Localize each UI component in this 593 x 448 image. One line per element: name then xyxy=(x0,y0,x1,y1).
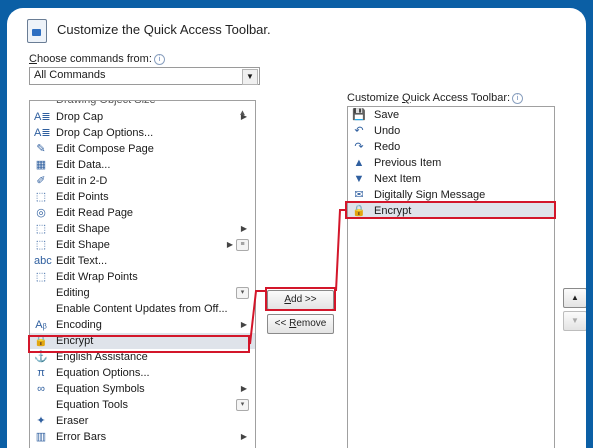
list-item[interactable]: A≣ Drop Cap Options... xyxy=(30,125,255,141)
info-icon: i xyxy=(512,93,524,104)
list-item[interactable]: ✦ Eraser xyxy=(30,413,255,429)
remove-button[interactable]: << Remove xyxy=(267,314,334,334)
drop-cap-options-icon: A≣ xyxy=(34,127,51,139)
list-item-label: Edit Text... xyxy=(56,255,108,267)
move-up-button[interactable]: ▲ xyxy=(563,288,586,308)
undo-icon: ↶ xyxy=(354,125,364,137)
list-item[interactable]: ⬚ Edit Wrap Points xyxy=(30,269,255,285)
list-item-label: Edit Shape xyxy=(56,239,110,251)
eraser-icon: ✦ xyxy=(36,415,46,427)
highlight-encrypt-right xyxy=(345,201,556,219)
scroll-up-icon[interactable]: ▲ xyxy=(236,108,249,124)
dropdown-arrow-icon[interactable]: ▼ xyxy=(242,69,258,85)
highlight-encrypt-left xyxy=(28,335,250,353)
list-item[interactable]: Equation Tools ▾ xyxy=(30,397,255,413)
list-item[interactable]: abc Edit Text... xyxy=(30,253,255,269)
choose-commands-label: Choose commands from: i xyxy=(29,53,165,65)
list-item-label: Enable Content Updates from Off... xyxy=(56,303,228,315)
edit-text-icon: abc xyxy=(34,255,52,267)
list-item[interactable]: ↷ Redo xyxy=(348,139,554,155)
qat-dialog-icon xyxy=(27,19,47,43)
list-item[interactable]: ⬚ Edit Points xyxy=(30,189,255,205)
list-item-label: Redo xyxy=(374,141,401,153)
list-item-label: Error Bars xyxy=(56,431,107,443)
list-item[interactable]: ✎ Edit Compose Page xyxy=(30,141,255,157)
list-item-label: Editing xyxy=(56,287,90,299)
submenu-arrow-icon: ▶ xyxy=(240,384,247,393)
list-item[interactable]: A≣ Drop Cap ▶ xyxy=(30,109,255,125)
redo-icon: ↷ xyxy=(354,141,364,153)
list-item[interactable]: ◎ Edit Read Page xyxy=(30,205,255,221)
list-item-label: Drop Cap xyxy=(56,111,104,123)
equation-symbols-icon: ∞ xyxy=(37,383,45,395)
choose-commands-value: All Commands xyxy=(34,69,106,81)
list-item-label: Drop Cap Options... xyxy=(56,127,154,139)
edit-shape-icon: ⬚ xyxy=(35,239,47,251)
list-item-label: Edit in 2-D xyxy=(56,175,108,187)
info-icon: i xyxy=(153,54,165,65)
expand-icon[interactable]: ▾ xyxy=(236,399,249,411)
list-item-label: Save xyxy=(374,109,400,121)
edit-read-page-icon: ◎ xyxy=(36,207,46,219)
choose-commands-dropdown[interactable]: All Commands ▼ xyxy=(29,67,260,85)
list-item-label: Next Item xyxy=(374,173,422,185)
commands-list[interactable]: Drawing Object Size A≣ Drop Cap ▶ A≣ Drop Ca… xyxy=(29,100,256,448)
list-item-label: Encoding xyxy=(56,319,102,331)
submenu-arrow-icon: ▶ xyxy=(240,320,247,329)
list-item-label: Undo xyxy=(374,125,401,137)
list-item-label: Edit Data... xyxy=(56,159,111,171)
list-item[interactable]: Editing ▾ xyxy=(30,285,255,301)
list-item[interactable]: 💾 Save xyxy=(348,107,554,123)
edit-2d-icon: ✐ xyxy=(36,175,46,187)
list-item-label: Previous Item xyxy=(374,157,442,169)
drop-cap-icon: A≣ xyxy=(34,111,51,123)
equation-options-icon: π xyxy=(37,367,45,379)
submenu-arrow-icon: ▶ xyxy=(240,224,247,233)
error-bars-icon: ▥ xyxy=(35,431,47,443)
list-item[interactable]: π Equation Options... xyxy=(30,365,255,381)
list-item-label: Equation Options... xyxy=(56,367,150,379)
next-item-icon: ▼ xyxy=(353,173,365,185)
list-item-label: Edit Shape xyxy=(56,223,110,235)
list-item-label: Equation Symbols xyxy=(56,383,145,395)
submenu-arrow-icon: ▶ xyxy=(226,240,233,249)
list-item-label: Edit Wrap Points xyxy=(56,271,138,283)
list-item-label: Equation Tools xyxy=(56,399,128,411)
digitally-sign-icon: ✉ xyxy=(354,189,364,201)
expand-icon[interactable]: ≡ xyxy=(236,239,249,251)
qat-label: Customize Quick Access Toolbar: i xyxy=(347,92,524,104)
list-item[interactable]: ∞ Equation Symbols ▶ xyxy=(30,381,255,397)
edit-shape-icon: ⬚ xyxy=(35,223,47,235)
highlight-add-button xyxy=(265,287,336,311)
save-icon: 💾 xyxy=(352,109,366,121)
list-item[interactable]: ↶ Undo xyxy=(348,123,554,139)
edit-data-icon: ▦ xyxy=(35,159,47,171)
list-item[interactable]: Aᵦ Encoding ▶ xyxy=(30,317,255,333)
list-item-label: Edit Points xyxy=(56,191,109,203)
list-item-label: Edit Compose Page xyxy=(56,143,154,155)
list-item[interactable]: ▥ Error Bars ▶ xyxy=(30,429,255,445)
edit-wrap-points-icon: ⬚ xyxy=(35,271,47,283)
list-item[interactable]: ✐ Edit in 2-D xyxy=(30,173,255,189)
list-item[interactable]: ▼ Next Item xyxy=(348,171,554,187)
qat-commands-list[interactable]: 💾 Save ↶ Undo ↷ Redo ▲ Previous Item ▼ Next Item ✉… xyxy=(347,106,555,448)
submenu-arrow-icon: ▶ xyxy=(240,432,247,441)
list-item-label: Edit Read Page xyxy=(56,207,134,219)
edit-points-icon: ⬚ xyxy=(35,191,47,203)
list-item[interactable]: ⬚ Edit Shape ▶ xyxy=(30,221,255,237)
list-item-label: Eraser xyxy=(56,415,89,427)
edit-compose-page-icon: ✎ xyxy=(36,143,46,155)
dialog-title: Customize the Quick Access Toolbar. xyxy=(57,22,271,37)
move-down-button[interactable]: ▼ xyxy=(563,311,586,331)
list-item[interactable]: ⬚ Edit Shape ≡ ▶ xyxy=(30,237,255,253)
list-item[interactable]: ▲ Previous Item xyxy=(348,155,554,171)
previous-item-icon: ▲ xyxy=(353,157,365,169)
list-item-partial[interactable]: Drawing Object Size xyxy=(30,101,255,108)
list-item[interactable]: Enable Content Updates from Off... xyxy=(30,301,255,317)
list-item[interactable]: ▦ Edit Data... xyxy=(30,157,255,173)
encoding-icon: Aᵦ xyxy=(35,319,47,331)
expand-icon[interactable]: ▾ xyxy=(236,287,249,299)
customize-qat-dialog: Customize the Quick Access Toolbar. Choo… xyxy=(7,8,586,448)
